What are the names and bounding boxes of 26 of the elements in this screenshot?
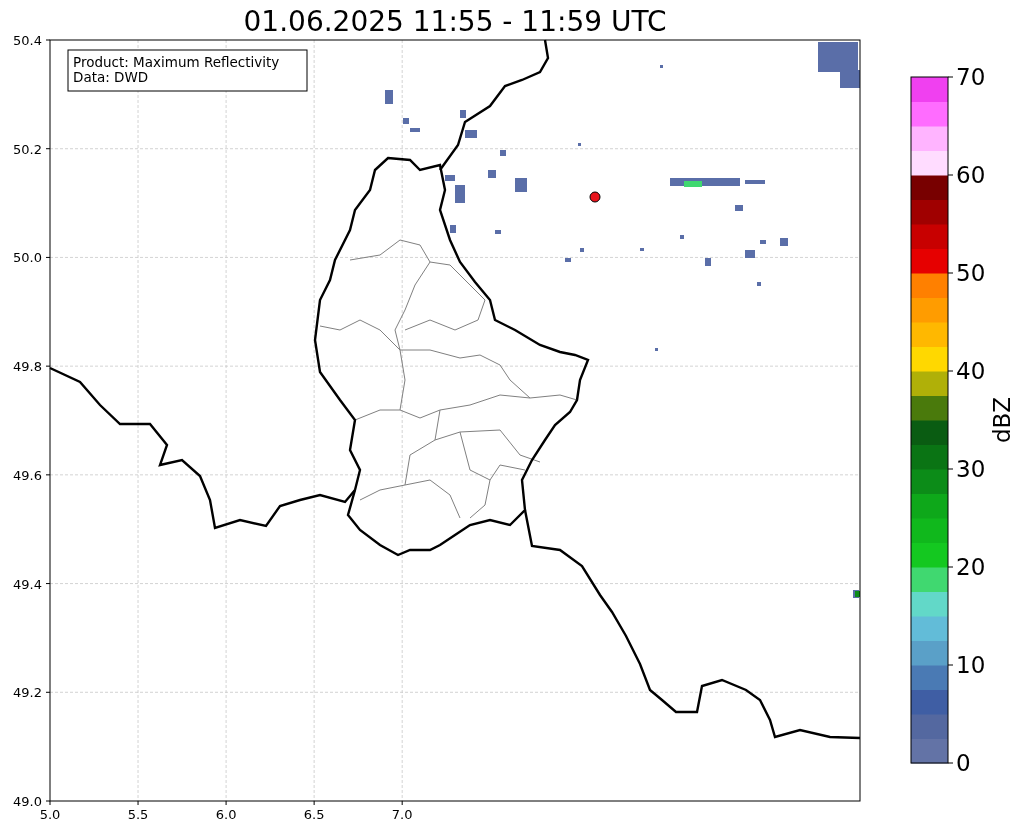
x-tick-label: 5.5	[127, 807, 149, 822]
colorbar-tick-label: 50	[956, 260, 986, 286]
colorbar-tick-label: 30	[956, 456, 986, 482]
colorbar-tick-label: 20	[956, 554, 986, 580]
colorbar-tick-label: 70	[956, 64, 986, 90]
y-tick-label: 49.4	[13, 576, 42, 592]
y-tick-label: 49.6	[13, 467, 42, 483]
colorbar-label: dBZ	[989, 396, 1015, 444]
y-tick-label: 49.8	[13, 359, 42, 375]
y-tick-label: 49.0	[13, 794, 42, 809]
x-tick-label: 6.5	[303, 807, 325, 822]
y-tick-label: 49.2	[13, 685, 42, 701]
colorbar-tick-label: 10	[956, 652, 986, 678]
y-tick-label: 50.4	[13, 33, 42, 48]
x-tick-label: 7.0	[391, 807, 413, 822]
info-text: Data: DWD	[73, 69, 149, 85]
y-tick-label: 50.2	[13, 141, 42, 157]
x-tick-label: 5.0	[39, 807, 61, 822]
colorbar-tick-label: 0	[956, 750, 971, 776]
colorbar-tick-label: 60	[956, 162, 986, 188]
x-tick-label: 6.0	[215, 807, 237, 822]
colorbar-tick-label: 40	[956, 358, 986, 384]
info-text: Product: Maximum Reflectivity	[73, 54, 280, 70]
y-tick-label: 50.0	[13, 250, 42, 266]
location-marker	[589, 191, 601, 203]
chart-title: 01.06.2025 11:55 - 11:59 UTC	[243, 5, 667, 38]
